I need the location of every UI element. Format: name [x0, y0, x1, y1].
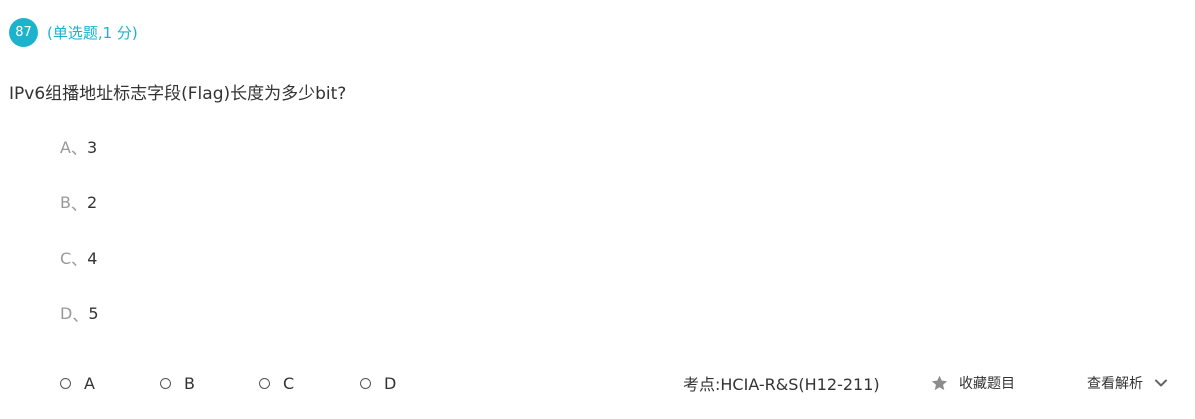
answer-radio-label: B: [184, 373, 195, 393]
option-separator: 、: [70, 194, 87, 214]
answer-radio-c[interactable]: C: [259, 370, 294, 396]
chevron-down-icon: [1155, 379, 1167, 387]
question-type-label: (单选题,1 分): [47, 23, 138, 42]
answer-radio-b[interactable]: B: [160, 370, 195, 396]
answer-radio-d[interactable]: D: [360, 370, 396, 396]
radio-button[interactable]: [259, 377, 270, 389]
option-letter: C: [60, 248, 72, 268]
answer-radio-a[interactable]: A: [60, 370, 95, 396]
option-text: 2: [87, 193, 98, 212]
favorite-label: 收藏题目: [959, 376, 1015, 392]
radio-button[interactable]: [60, 377, 71, 389]
option-list: A、 3 B、 2 C、 4 D、 5: [60, 136, 99, 358]
option-separator: 、: [71, 250, 88, 269]
option-separator: 、: [72, 305, 89, 325]
option-d[interactable]: D、 5: [60, 303, 99, 325]
option-c[interactable]: C、 4: [60, 247, 99, 270]
star-icon: [931, 375, 948, 390]
question-text: IPv6组播地址标志字段(Flag)长度为多少bit?: [9, 84, 347, 104]
view-analysis-button[interactable]: 查看解析: [1087, 370, 1168, 396]
option-text: 3: [86, 137, 98, 157]
question-number-badge: 87: [9, 17, 38, 47]
view-analysis-label: 查看解析: [1087, 376, 1143, 392]
answer-radio-label: C: [283, 373, 295, 393]
option-a[interactable]: A、 3: [60, 136, 99, 159]
favorite-button[interactable]: 收藏题目: [930, 370, 1015, 396]
option-text: 4: [87, 248, 98, 268]
option-letter: A: [60, 137, 71, 157]
option-b[interactable]: B、 2: [60, 192, 99, 214]
topic-label: 考点:HCIA-R&S(H12-211): [683, 375, 880, 394]
radio-button[interactable]: [360, 377, 371, 389]
option-text: 5: [88, 304, 99, 323]
option-letter: B: [60, 193, 71, 212]
option-letter: D: [60, 304, 73, 323]
radio-button[interactable]: [160, 377, 171, 389]
answer-footer: A B C D 考点:HCIA-R&S(H12-211) 收藏题目 查看解析: [0, 370, 1195, 396]
answer-radio-label: D: [384, 373, 397, 393]
answer-radio-label: A: [84, 373, 95, 393]
option-separator: 、: [70, 139, 87, 158]
question-header: 87 (单选题,1 分): [9, 17, 138, 47]
